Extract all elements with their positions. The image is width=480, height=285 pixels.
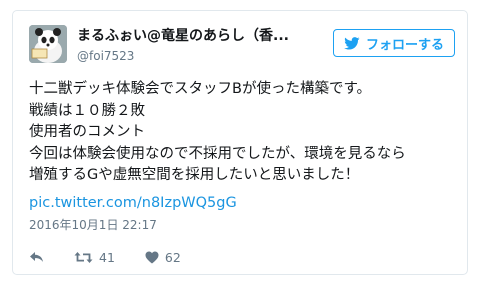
tweet-text-line: 使用者のコメント bbox=[29, 124, 145, 140]
tweet-actions: 41 62 bbox=[29, 247, 181, 267]
media-link[interactable]: pic.twitter.com/n8IzpWQ5gG bbox=[29, 193, 237, 213]
twitter-bird-icon bbox=[344, 36, 360, 50]
timestamp[interactable]: 2016年10月1日 22:17 bbox=[29, 217, 157, 233]
heart-icon bbox=[145, 251, 159, 264]
tweet-text-line: 戦績は１０勝２敗 bbox=[29, 102, 145, 119]
tweet-text-line: 今回は体験会使用なので不採用でしたが、環境を見るなら bbox=[29, 145, 406, 162]
display-name[interactable]: まるふぉい@竜星のあらし（香... bbox=[77, 27, 329, 45]
reply-icon bbox=[29, 251, 44, 263]
tweet-text-line: 増殖するGや虚無空間を採用したいと思いました！ bbox=[29, 167, 360, 183]
tweet-text-line: 十二獣デッキ体験会でスタッフBが使った構築です。 bbox=[29, 81, 371, 97]
like-button[interactable]: 62 bbox=[145, 250, 181, 265]
retweet-count: 41 bbox=[99, 249, 115, 265]
tweet-text: 十二獣デッキ体験会でスタッフBが使った構築です。 戦績は１０勝２敗 使用者のコメ… bbox=[29, 79, 459, 187]
reply-button[interactable] bbox=[29, 251, 44, 263]
retweet-button[interactable]: 41 bbox=[74, 250, 115, 265]
avatar[interactable] bbox=[29, 25, 67, 63]
follow-button-label: フォローする bbox=[365, 37, 444, 53]
like-count: 62 bbox=[164, 249, 181, 265]
retweet-icon bbox=[74, 251, 93, 264]
user-handle[interactable]: @foi7523 bbox=[77, 48, 134, 64]
tweet-card: まるふぉい@竜星のあらし（香... @foi7523 フォローする 十二獣デッキ… bbox=[12, 10, 468, 275]
follow-button[interactable]: フォローする bbox=[333, 29, 455, 57]
